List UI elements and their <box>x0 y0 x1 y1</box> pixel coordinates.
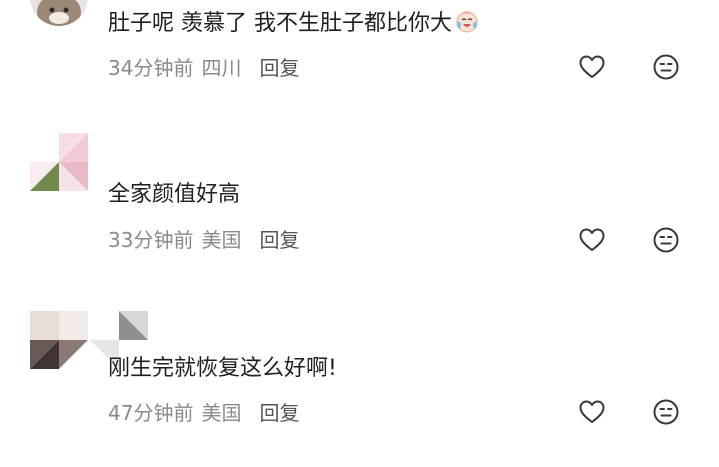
crying-laughing-emoji-icon <box>454 8 480 34</box>
reply-button[interactable]: 回复 <box>259 401 299 425</box>
heart-outline-icon <box>579 400 605 423</box>
comment-meta: 47分钟前 美国 回复 <box>108 400 299 426</box>
comment-time: 33分钟前 <box>108 228 194 252</box>
comment-item: 刚生完就恢复这么好啊! 47分钟前 美国 回复 <box>0 305 719 465</box>
comment-item: 全家颜值好高 33分钟前 美国 回复 <box>0 130 719 270</box>
comment-item: 肚子呢 羡慕了 我不生肚子都比你大 34分钟前 四川 回复 <box>0 0 719 100</box>
comment-location: 美国 <box>201 228 242 252</box>
comment-time: 34分钟前 <box>108 56 194 80</box>
comment-meta: 33分钟前 美国 回复 <box>108 227 299 253</box>
like-button[interactable] <box>578 226 606 254</box>
heart-outline-icon <box>579 228 605 251</box>
like-button[interactable] <box>578 53 606 81</box>
reply-button[interactable]: 回复 <box>259 228 299 252</box>
comment-text-content: 肚子呢 羡慕了 我不生肚子都比你大 <box>108 11 452 36</box>
comment-text: 肚子呢 羡慕了 我不生肚子都比你大 <box>108 8 480 39</box>
dislike-button[interactable] <box>652 53 680 81</box>
like-button[interactable] <box>578 398 606 426</box>
heart-outline-icon <box>579 55 605 78</box>
reply-button[interactable]: 回复 <box>259 56 299 80</box>
comment-meta: 34分钟前 四川 回复 <box>108 55 299 81</box>
neutral-face-icon <box>653 54 679 80</box>
avatar[interactable] <box>30 311 88 369</box>
comment-location: 美国 <box>201 401 242 425</box>
dislike-button[interactable] <box>652 226 680 254</box>
neutral-face-icon <box>653 227 679 253</box>
username-placeholder[interactable] <box>160 313 200 335</box>
comment-location: 四川 <box>201 56 242 80</box>
neutral-face-icon <box>653 399 679 425</box>
username-placeholder[interactable] <box>108 138 148 160</box>
comment-text: 刚生完就恢复这么好啊! <box>108 356 337 381</box>
avatar[interactable] <box>30 133 88 191</box>
avatar[interactable] <box>30 0 88 26</box>
comment-text: 全家颜值好高 <box>108 182 241 207</box>
dislike-button[interactable] <box>652 398 680 426</box>
comment-time: 47分钟前 <box>108 401 194 425</box>
